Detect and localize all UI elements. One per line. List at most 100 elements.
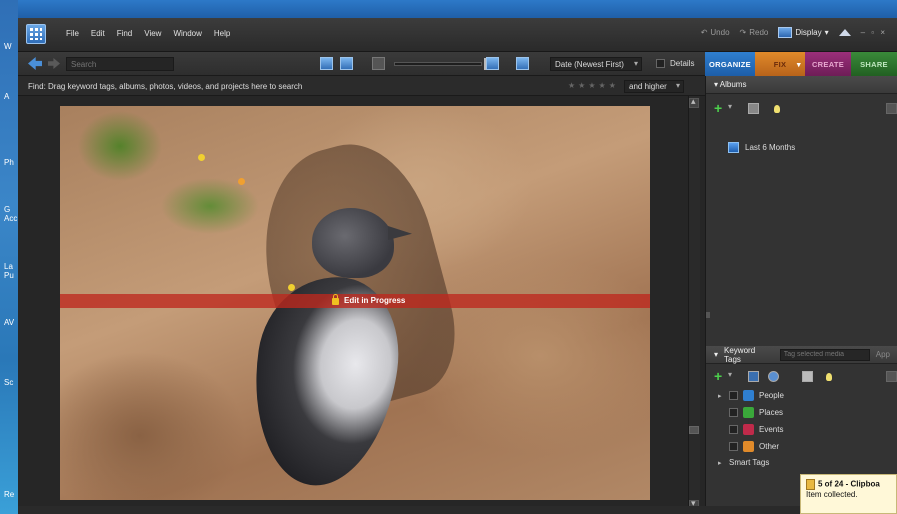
albums-header[interactable]: ▾ Albums <box>706 76 897 94</box>
menu-view[interactable]: View <box>144 29 161 38</box>
large-thumbnail-icon[interactable] <box>486 57 499 70</box>
tag-checkbox[interactable] <box>729 408 738 417</box>
puffin-head <box>312 208 394 278</box>
tag-checkbox[interactable] <box>729 391 738 400</box>
small-thumbnail-icon[interactable] <box>372 57 385 70</box>
details-checkbox[interactable] <box>656 59 665 68</box>
album-item-last-6-months[interactable]: Last 6 Months <box>728 142 795 153</box>
display-icon <box>778 27 793 38</box>
tab-create[interactable]: CREATE <box>805 52 851 76</box>
tag-item-places[interactable]: Places <box>718 407 783 418</box>
undo-button[interactable]: ↶ Undo <box>701 28 730 37</box>
rating-select[interactable]: and higher <box>624 80 684 93</box>
tab-share[interactable]: SHARE <box>851 52 897 76</box>
window-controls[interactable]: – ▫ × <box>861 28 887 37</box>
chevron-down-icon[interactable]: ▾ <box>728 102 732 111</box>
details-label: Details <box>670 59 695 68</box>
media-browser: Edit in Progress <box>18 96 705 514</box>
panel-resize-handle[interactable] <box>706 312 710 318</box>
tab-organize[interactable]: ORGANIZE <box>705 52 755 76</box>
expand-icon[interactable]: ▸ <box>718 459 724 467</box>
albums-toolbar: + ▾ <box>706 98 897 118</box>
keyword-tags-title: Keyword Tags <box>724 345 756 364</box>
tab-fix[interactable]: FIX <box>755 52 805 76</box>
desktop-top-strip <box>18 0 897 18</box>
menu-file[interactable]: File <box>66 29 79 38</box>
redo-button[interactable]: ↷ Redo <box>740 28 769 37</box>
album-label: Last 6 Months <box>745 143 796 152</box>
apply-button[interactable]: App <box>876 350 890 359</box>
desktop-label: W <box>4 42 12 51</box>
desktop-label: Re <box>4 490 15 499</box>
menu-right: ↶ Undo ↷ Redo Display ▾ – ▫ × <box>701 27 887 38</box>
albums-title: Albums <box>719 80 747 89</box>
slideshow-icon[interactable] <box>516 57 529 70</box>
events-tag-icon <box>743 424 754 435</box>
lightbulb-icon[interactable] <box>774 105 780 113</box>
tag-checkbox[interactable] <box>729 442 738 451</box>
tag-filter-icon[interactable] <box>768 371 779 382</box>
desktop-label: Ph <box>4 158 14 167</box>
panel-options-icon[interactable] <box>886 371 897 382</box>
add-album-icon[interactable]: + <box>714 101 726 115</box>
scroll-thumb[interactable] <box>689 426 699 434</box>
edit-status-label: Edit in Progress <box>344 296 406 305</box>
menu-help[interactable]: Help <box>214 29 230 38</box>
tag-label: Smart Tags <box>729 458 770 467</box>
app-icon[interactable] <box>26 24 46 44</box>
undo-icon: ↶ <box>700 28 708 37</box>
tag-label: Other <box>759 442 780 451</box>
tag-face-icon[interactable] <box>802 371 813 382</box>
photo-thumbnail[interactable]: Edit in Progress <box>60 106 650 500</box>
tag-item-people[interactable]: ▸ People <box>718 390 784 401</box>
tag-item-other[interactable]: Other <box>718 441 779 452</box>
chevron-down-icon[interactable]: ▾ <box>728 370 732 379</box>
lightbulb-icon[interactable] <box>826 373 832 381</box>
chevron-down-icon: ▾ <box>824 28 829 37</box>
tag-search-input[interactable] <box>779 348 870 361</box>
workspace-tabs: ORGANIZE FIX CREATE SHARE <box>705 52 897 76</box>
clipboard-notification[interactable]: 5 of 24 - Clipboa Item collected. <box>800 474 897 514</box>
forward-arrow-icon[interactable] <box>48 58 60 69</box>
scroll-up-button[interactable] <box>689 96 699 108</box>
tag-item-events[interactable]: Events <box>718 424 783 435</box>
edit-status: Edit in Progress <box>332 294 406 305</box>
notification-body: Item collected. <box>806 490 858 499</box>
expand-icon[interactable]: ▸ <box>718 392 724 400</box>
edit-in-progress-banner: Edit in Progress <box>60 294 650 308</box>
status-bar <box>18 506 800 514</box>
edit-album-icon[interactable] <box>748 103 759 114</box>
flower <box>198 154 205 161</box>
panel-options-icon[interactable] <box>886 103 897 114</box>
tag-item-smart-tags[interactable]: ▸ Smart Tags <box>718 458 769 467</box>
undo-label: Undo <box>710 28 730 37</box>
menu-items: File Edit Find View Window Help <box>66 29 230 38</box>
redo-icon: ↷ <box>739 28 747 37</box>
thumbnail-size-slider[interactable] <box>394 62 482 66</box>
desktop-label: G Acc <box>4 205 18 223</box>
menu-bar: File Edit Find View Window Help ↶ Undo ↷ R… <box>18 18 897 52</box>
display-button[interactable]: Display ▾ <box>778 27 829 38</box>
display-label: Display <box>795 28 822 37</box>
desktop-strip: W A Ph G Acc La Pu AV Sc Re <box>0 0 18 514</box>
side-panel: ▾ Albums + ▾ Last 6 Months ▾ Keyword Tag… <box>705 76 897 514</box>
add-tag-icon[interactable]: + <box>714 369 726 383</box>
menu-window[interactable]: Window <box>173 29 201 38</box>
search-input[interactable] <box>66 57 174 71</box>
view-grid-icon[interactable] <box>320 57 333 70</box>
tag-checkbox[interactable] <box>729 425 738 434</box>
keyword-tags-header[interactable]: ▾ Keyword Tags App <box>706 346 897 364</box>
sort-order-select[interactable]: Date (Newest First) <box>550 57 642 71</box>
menu-edit[interactable]: Edit <box>91 29 105 38</box>
toolbar: Date (Newest First) Details <box>18 52 705 76</box>
desktop-label: Sc <box>4 378 14 387</box>
rating-stars[interactable]: ★★★★★ <box>568 81 619 90</box>
menu-find[interactable]: Find <box>117 29 133 38</box>
vertical-scrollbar[interactable] <box>688 96 700 514</box>
notification-title: 5 of 24 - Clipboa <box>818 479 880 489</box>
tag-category-icon[interactable] <box>748 371 759 382</box>
back-arrow-icon[interactable] <box>28 57 42 70</box>
find-bar[interactable]: Find: Drag keyword tags, albums, photos,… <box>18 76 705 96</box>
view-full-icon[interactable] <box>340 57 353 70</box>
home-icon[interactable] <box>838 29 851 36</box>
